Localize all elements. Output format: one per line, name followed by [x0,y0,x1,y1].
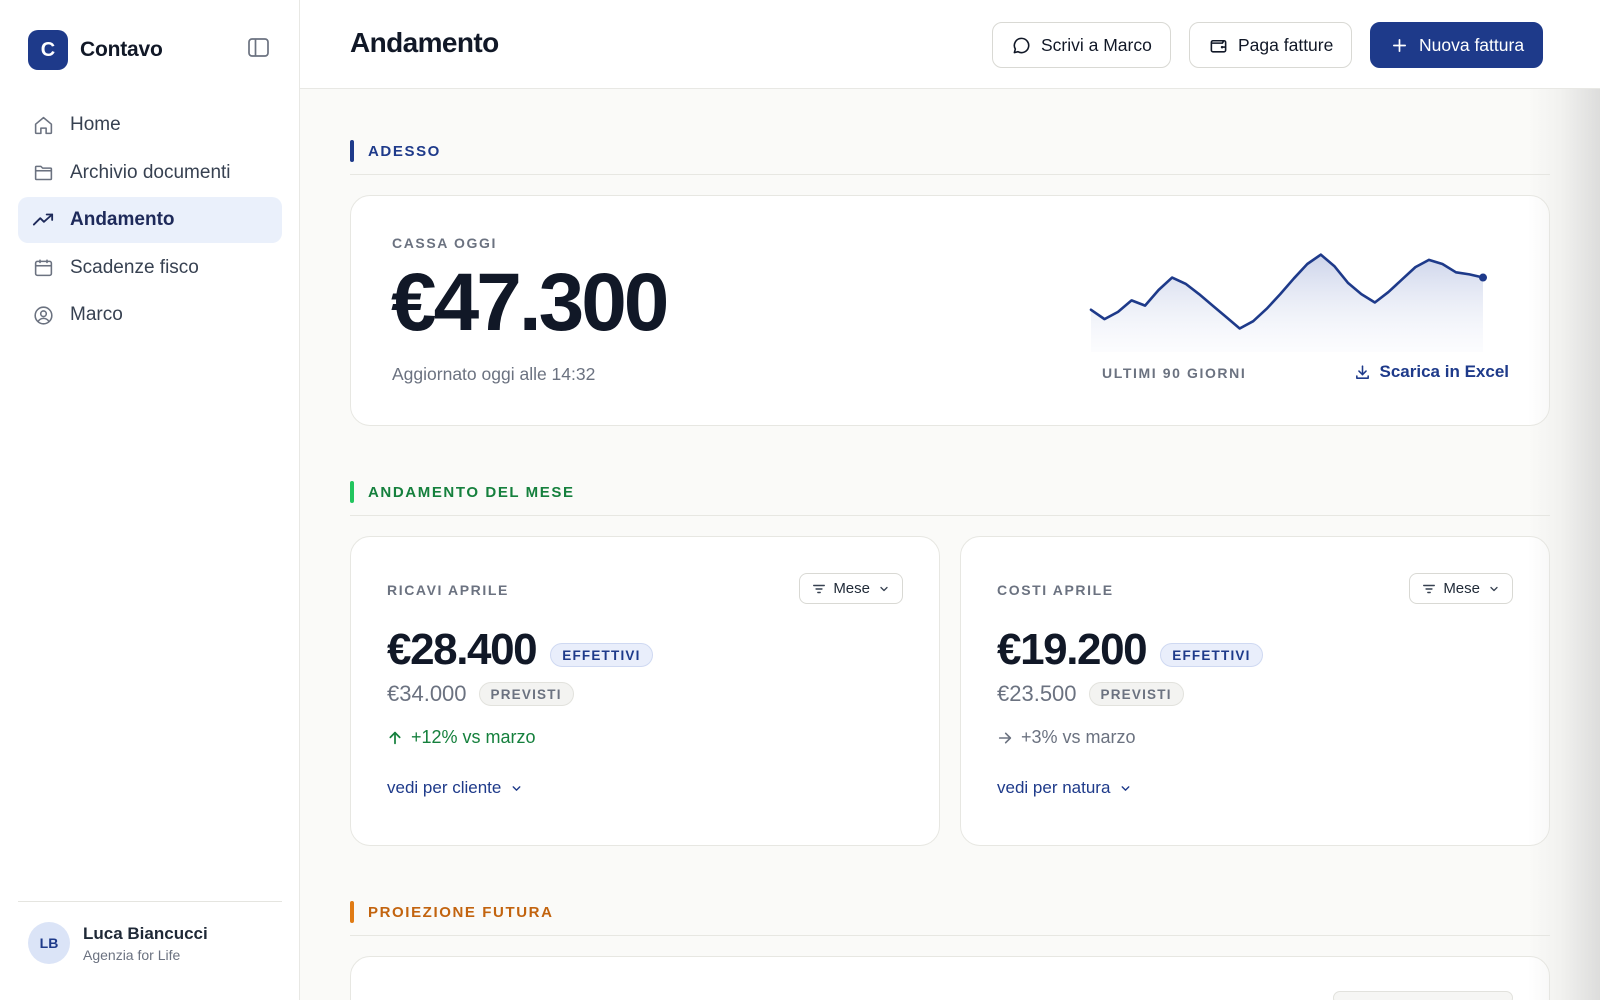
trending-up-icon [32,209,54,231]
cash-updated-text: Aggiornato oggi alle 14:32 [392,364,596,384]
chevron-down-icon [1119,781,1133,795]
chat-bubble-icon [1011,35,1031,55]
section-month-heading: ANDAMENTO DEL MESE [350,481,575,503]
brand-name: Contavo [80,38,163,61]
status-badge: PREVISTI [1088,682,1184,706]
top-header: Andamento Scrivi a Marco Paga fatture Nu… [300,0,1600,89]
sparkline-area [1091,254,1483,352]
section-future-label: PROIEZIONE FUTURA [368,903,554,921]
status-badge: EFFETTIVI [550,643,653,667]
revenue-period-select[interactable]: Mese [799,573,903,604]
section-accent-bar [350,481,354,503]
calendar-icon [32,257,54,279]
filter-icon [1422,582,1436,596]
costs-eyebrow: COSTI APRILE [997,582,1114,598]
download-excel-label: Scarica in Excel [1379,362,1509,381]
avatar: LB [28,922,70,964]
revenue-delta-text: +12% vs marzo [411,727,536,747]
projection-period-control[interactable] [1333,991,1513,1000]
sidebar-item-label: Archivio documenti [70,161,231,183]
revenue-value: €28.400 [387,625,538,674]
projection-card [350,956,1550,1000]
section-month-label: ANDAMENTO DEL MESE [368,483,575,501]
pay-invoices-label: Paga fatture [1238,34,1334,55]
cash-eyebrow: CASSA OGGI [392,235,497,251]
sidebar-item-scadenze[interactable]: Scadenze fisco [18,245,282,291]
sidebar-item-label: Scadenze fisco [70,256,199,278]
costs-card: COSTI APRILE Mese €19.200 EFFETTIVI €23.… [960,536,1550,846]
sidebar-item-andamento[interactable]: Andamento [18,197,282,243]
cash-value: €47.300 [391,257,669,348]
sparkline-caption: ULTIMI 90 GIORNI [1102,365,1247,381]
sparkline-last-point [1479,273,1487,282]
status-badge: PREVISTI [478,682,574,706]
filter-icon [812,582,826,596]
message-marco-button[interactable]: Scrivi a Marco [992,22,1171,68]
revenue-eyebrow: RICAVI APRILE [387,582,509,598]
user-circle-icon [32,304,54,326]
wallet-icon [1208,35,1228,55]
sidebar-item-label: Andamento [70,209,175,230]
status-badge: EFFETTIVI [1160,643,1263,667]
costs-forecast-value: €23.500 [997,681,1077,706]
costs-period-select[interactable]: Mese [1409,573,1513,604]
chevron-down-icon [1488,583,1500,595]
section-accent-bar [350,901,354,923]
folder-icon [32,162,54,184]
pay-invoices-button[interactable]: Paga fatture [1189,22,1353,68]
section-divider [350,174,1550,175]
revenue-forecast-value: €34.000 [387,681,467,706]
sidebar-toggle-button[interactable] [246,38,270,62]
section-now-label: ADESSO [368,142,441,160]
sidebar-item-label: Home [70,114,121,135]
brand-logo: C [28,30,68,70]
chevron-down-icon [878,583,890,595]
user-profile[interactable]: LB Luca Biancucci Agenzia for Life [28,922,208,964]
user-org: Agenzia for Life [83,946,181,963]
revenue-by-client-label: vedi per cliente [387,778,502,797]
arrow-up-icon [387,730,403,746]
plus-icon [1389,35,1409,55]
section-accent-bar [350,140,354,162]
arrow-right-icon [997,730,1013,746]
cash-sparkline [1089,253,1487,352]
page-title: Andamento [350,27,499,58]
costs-by-nature-label: vedi per natura [997,778,1111,797]
sidebar-item-home[interactable]: Home [18,102,282,148]
home-icon [32,114,54,136]
sidebar-item-marco[interactable]: Marco [18,292,282,338]
revenue-card: RICAVI APRILE Mese €28.400 EFFETTIVI €34… [350,536,940,846]
download-excel-link[interactable]: Scarica in Excel [1354,362,1509,382]
sidebar-item-label: Marco [70,304,123,325]
sidebar-panel-icon [247,38,269,62]
brand[interactable]: C Contavo [28,30,163,70]
sidebar-item-archivio[interactable]: Archivio documenti [18,150,282,196]
costs-period-value: Mese [1443,580,1480,597]
costs-by-nature-link[interactable]: vedi per natura [997,778,1133,798]
revenue-period-value: Mese [833,580,870,597]
sidebar: C Contavo Home Archivio documenti Andame… [0,0,300,1000]
section-divider [350,935,1550,936]
sidebar-nav: Home Archivio documenti Andamento Scaden… [18,102,282,340]
user-name: Luca Biancucci [83,923,208,943]
revenue-delta: +12% vs marzo [387,727,536,748]
section-future-heading: PROIEZIONE FUTURA [350,901,554,923]
costs-value: €19.200 [997,625,1148,674]
new-invoice-button[interactable]: Nuova fattura [1370,22,1544,68]
revenue-by-client-link[interactable]: vedi per cliente [387,778,524,798]
section-divider [350,515,1550,516]
message-marco-label: Scrivi a Marco [1041,34,1152,55]
costs-delta: +3% vs marzo [997,727,1136,748]
new-invoice-label: Nuova fattura [1419,34,1525,55]
cash-card: CASSA OGGI €47.300 Aggiornato oggi alle … [350,195,1550,426]
section-now-heading: ADESSO [350,140,441,162]
chevron-down-icon [510,781,524,795]
sidebar-divider [18,901,282,902]
costs-delta-text: +3% vs marzo [1021,727,1136,747]
download-icon [1354,363,1372,381]
